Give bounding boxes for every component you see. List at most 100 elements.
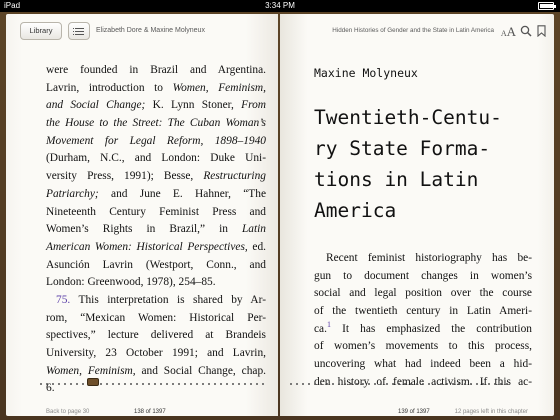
battery-icon — [538, 2, 556, 10]
scrubber-dot — [262, 383, 264, 385]
text-line: Movement for Legal Reform, 1898–1940 — [46, 134, 266, 147]
title-line: tions in Latin — [314, 168, 479, 191]
scrubber-dot — [76, 383, 78, 385]
scrubber-dot — [166, 383, 168, 385]
scrubber-dot — [202, 383, 204, 385]
scrubber-dot — [326, 383, 328, 385]
scrubber-dot — [64, 383, 66, 385]
text-line: uncovering what had indeed been a hid- — [314, 358, 532, 371]
scrubber-dot — [482, 383, 484, 385]
scrubber-dot — [112, 383, 114, 385]
text-line: of women’s movements to this process, — [314, 340, 532, 353]
scrubber-dot — [238, 383, 240, 385]
scrubber-dot — [392, 383, 394, 385]
scrubber-dot — [428, 383, 430, 385]
text-line: Women’s Rights in Brazil,” in Latin — [46, 223, 266, 236]
font-size-button[interactable]: AA — [501, 23, 516, 41]
text-line: spectives,” lecture delivered at Brandei… — [46, 329, 266, 342]
scrubber-dot — [302, 383, 304, 385]
scrubber-dot — [464, 383, 466, 385]
bookmark-icon[interactable] — [537, 24, 546, 38]
table-of-contents-button[interactable] — [68, 22, 90, 40]
scrubber-dot — [290, 383, 292, 385]
scrubber-dot — [368, 383, 370, 385]
text-line: gun to document changes in women’s — [314, 269, 532, 282]
left-page-indicator: 138 of 1397 — [134, 409, 166, 415]
scrubber-dot — [416, 383, 418, 385]
scrubber-dot — [52, 383, 54, 385]
text-line: ca.1 It has emphasized the contribution — [314, 319, 532, 335]
scrubber-dot — [250, 383, 252, 385]
text-line: rom, “Mexican Women: Historical Per- — [46, 311, 266, 324]
chapter-title: Twentieth-Centu- ry State Forma- tions i… — [314, 102, 534, 226]
scrubber-dot — [374, 383, 376, 385]
scrubber-dot — [220, 383, 222, 385]
title-line: America — [314, 199, 397, 222]
scrubber-dot — [124, 383, 126, 385]
scrubber-dot — [190, 383, 192, 385]
scrubber-dot — [58, 383, 60, 385]
scrubber-dot — [82, 383, 84, 385]
scrubber-dot — [506, 383, 508, 385]
scrubber-dot — [208, 383, 210, 385]
title-line: Twentieth-Centu- — [314, 106, 502, 129]
pages-left-label: 12 pages left in this chapter — [454, 409, 528, 415]
text-line: and Social Change; K. Lynn Stoner, From — [46, 99, 266, 112]
back-to-page-link[interactable]: Back to page 30 — [46, 409, 89, 415]
scrubber-dot — [500, 383, 502, 385]
text-line: versity Press, 1991); Besse, Restructuri… — [46, 170, 266, 183]
scrubber-dot — [154, 383, 156, 385]
scrubber-dot — [440, 383, 442, 385]
footnote-number[interactable]: 75. — [56, 294, 70, 306]
text-line: American Women: Historical Perspectives,… — [46, 240, 266, 253]
right-page-indicator: 139 of 1397 — [398, 409, 430, 415]
scrubber-dot — [386, 383, 388, 385]
scrubber-dot — [332, 383, 334, 385]
scrubber-dot — [70, 383, 72, 385]
right-running-header: Hidden Histories of Gender and the State… — [332, 27, 494, 34]
title-line: ry State Forma- — [314, 137, 491, 160]
chapter-author: Maxine Molyneux — [314, 66, 418, 80]
footnote-line: 75. This interpretation is shared by Ar- — [56, 293, 266, 306]
scrubber-dot — [40, 383, 42, 385]
scrubber-dot — [434, 383, 436, 385]
text-line: the House to the Street: The Cuban Woman… — [46, 117, 266, 130]
library-button[interactable]: Library — [20, 22, 62, 40]
right-page[interactable]: Hidden Histories of Gender and the State… — [280, 14, 554, 416]
text-line: Asunción Lavrin (Westport, Conn., and — [46, 258, 266, 271]
text-line: of the twentieth century in Latin Ameri- — [314, 305, 532, 318]
scrubber-thumb[interactable] — [86, 378, 99, 386]
scrubber-dot — [160, 383, 162, 385]
left-page[interactable]: Library Elizabeth Dore & Maxine Molyneux… — [6, 14, 278, 416]
scrubber-dot — [494, 383, 496, 385]
text-line: Patriarchy; and June E. Hahner, “The — [46, 187, 266, 200]
scrubber-dot — [232, 383, 234, 385]
text-line: (Durham, N.C., and London: Duke Uni- — [46, 152, 266, 165]
scrubber-dot — [458, 383, 460, 385]
scrubber-dot — [410, 383, 412, 385]
scrubber-dot — [398, 383, 400, 385]
page-scrubber-right[interactable] — [290, 382, 510, 386]
page-scrubber-left[interactable] — [40, 382, 266, 386]
scrubber-dot — [256, 383, 258, 385]
search-icon[interactable] — [520, 24, 532, 37]
scrubber-dot — [338, 383, 340, 385]
text-line: University, 23 October 1991; and Lavrin, — [46, 347, 266, 359]
book-spread: Library Elizabeth Dore & Maxine Molyneux… — [0, 12, 560, 420]
scrubber-dot — [142, 383, 144, 385]
footnote-reference[interactable]: 1 — [327, 320, 331, 329]
scrubber-dot — [148, 383, 150, 385]
scrubber-dot — [470, 383, 472, 385]
scrubber-dot — [404, 383, 406, 385]
scrubber-dot — [130, 383, 132, 385]
text-line: Nineteenth Century Feminist Press and — [46, 205, 266, 218]
left-page-text: were founded in Brazil and Argentina. La… — [46, 62, 266, 398]
scrubber-dot — [422, 383, 424, 385]
text-line: social and legal position over the cours… — [314, 287, 532, 300]
scrubber-dot — [196, 383, 198, 385]
scrubber-dot — [244, 383, 246, 385]
text-line: were founded in Brazil and Argentina. — [46, 64, 266, 76]
status-time: 3:34 PM — [265, 1, 295, 10]
scrubber-dot — [184, 383, 186, 385]
scrubber-dot — [178, 383, 180, 385]
